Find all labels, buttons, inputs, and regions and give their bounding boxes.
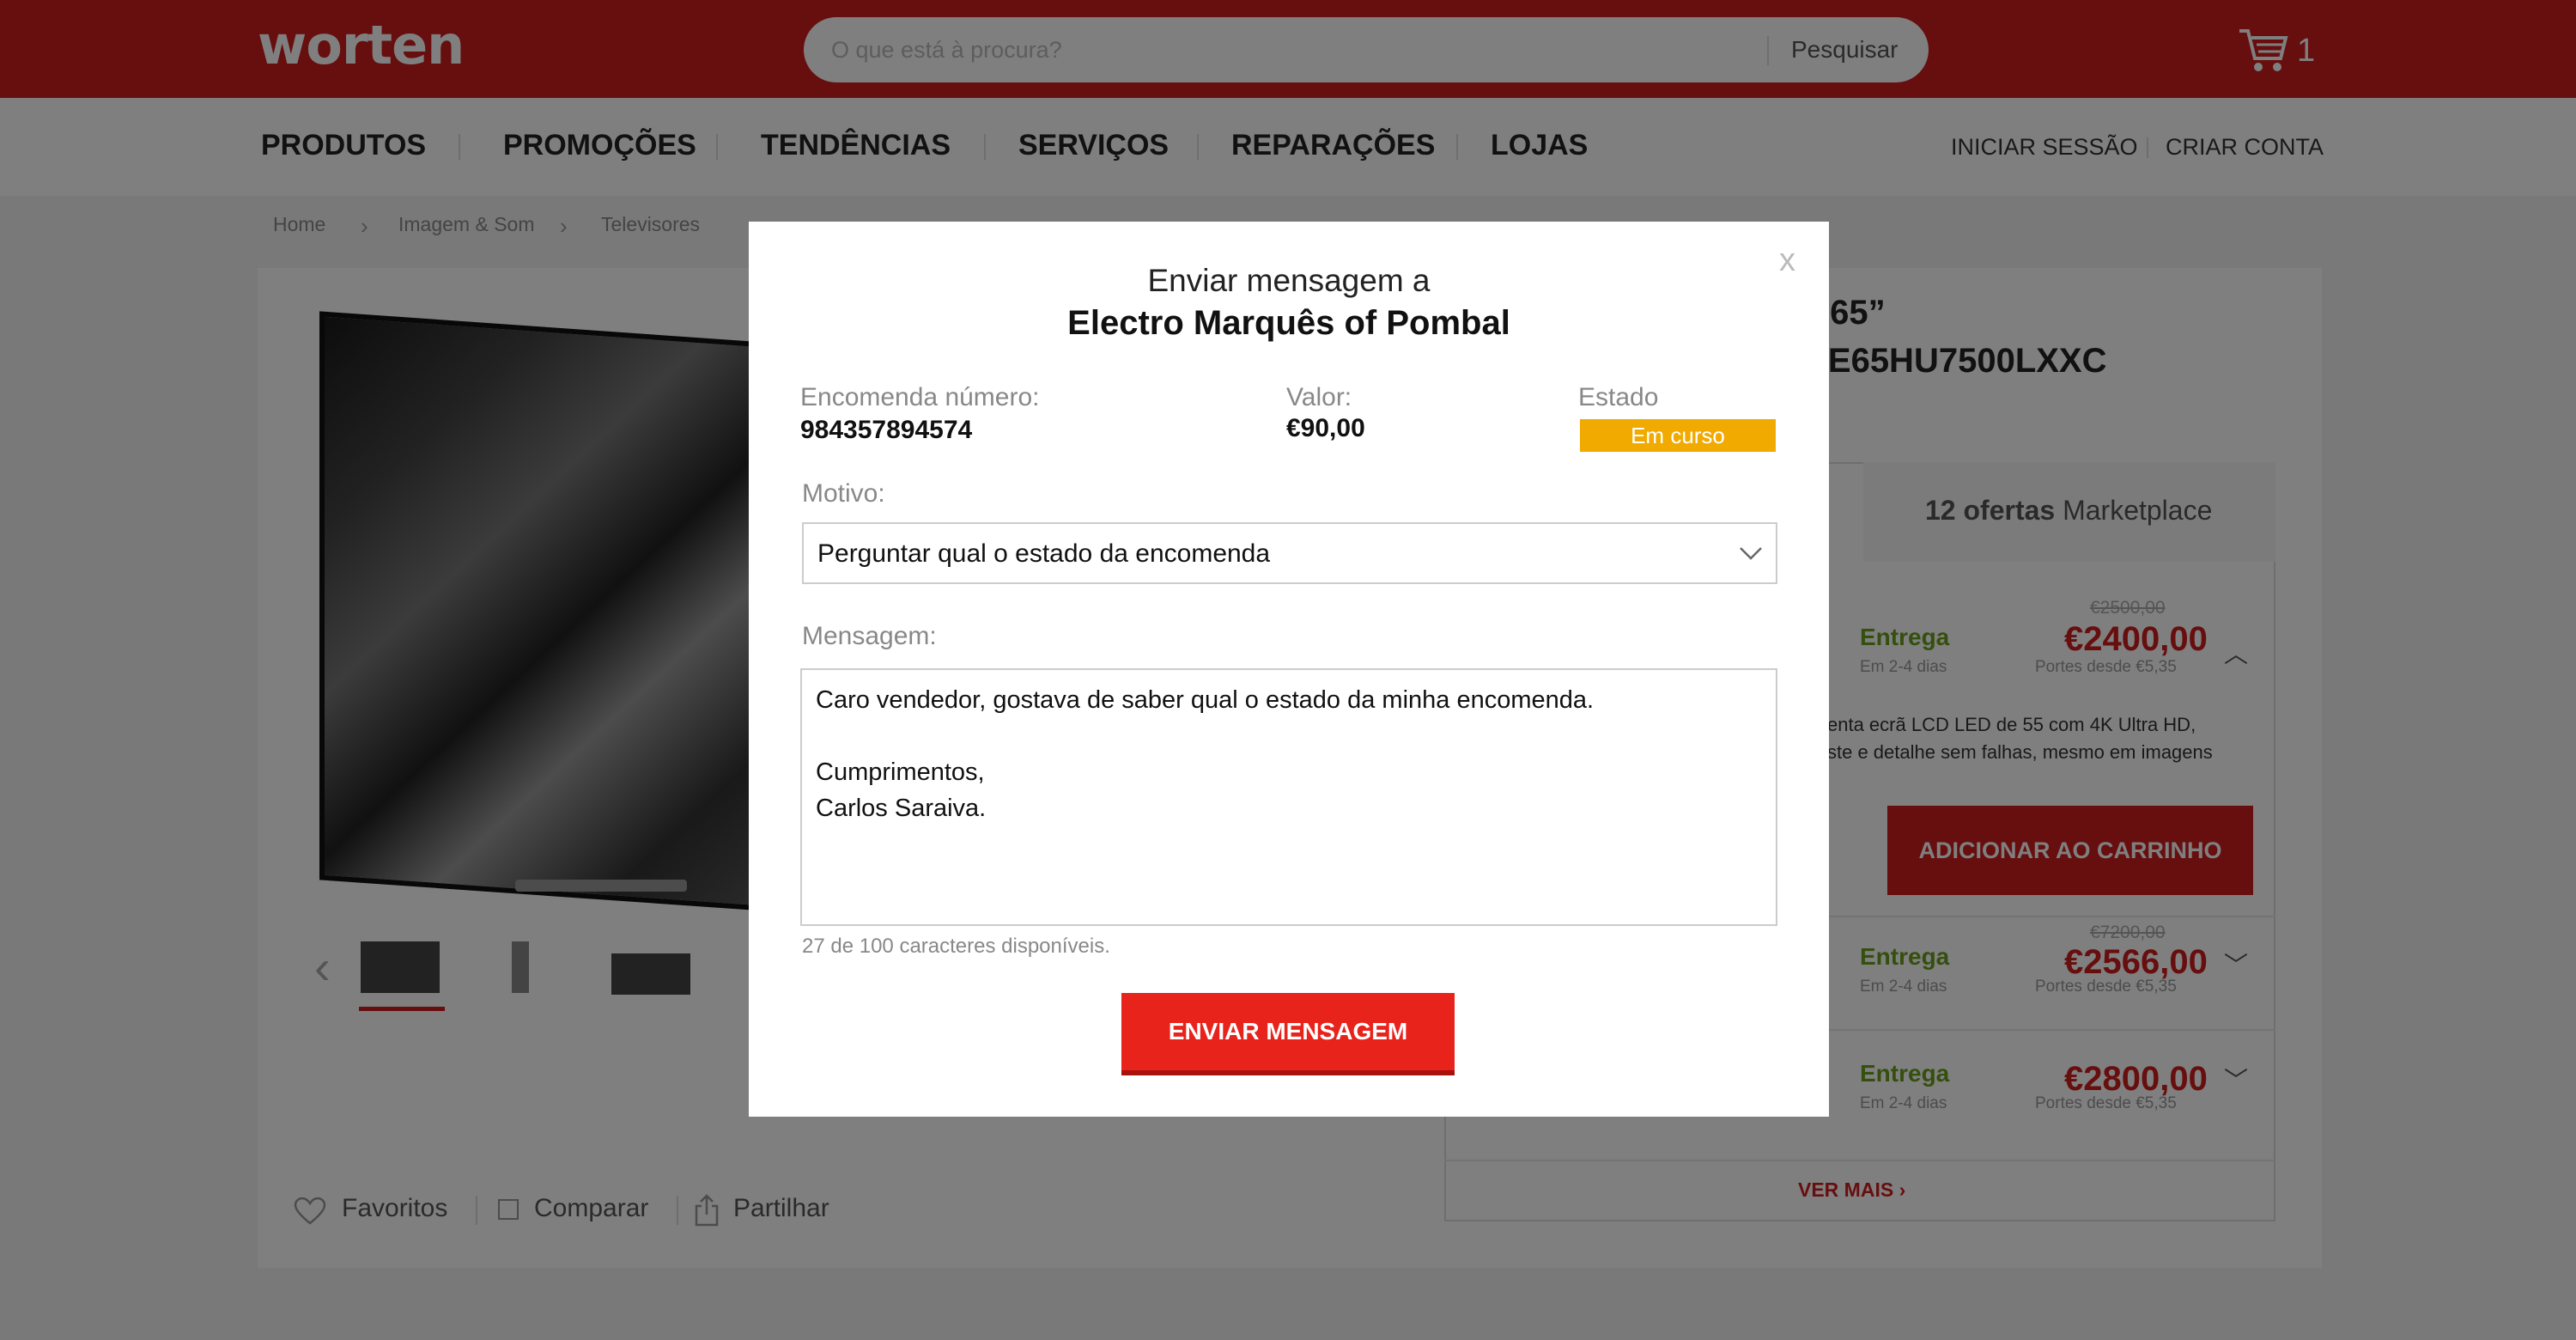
motive-label: Motivo:	[802, 479, 885, 508]
order-number: 984357894574	[800, 416, 973, 444]
seller-name: Electro Marquês of Pombal	[1067, 304, 1510, 342]
modal-title: Enviar mensagem a	[1147, 263, 1431, 298]
character-counter: 27 de 100 caracteres disponíveis.	[802, 935, 1110, 958]
status-label: Estado	[1578, 383, 1659, 411]
motive-selected-value: Perguntar qual o estado da encomenda	[817, 539, 1271, 568]
order-number-label: Encomenda número:	[800, 383, 1040, 411]
message-textarea[interactable]	[800, 668, 1777, 926]
send-message-button[interactable]: ENVIAR MENSAGEM	[1121, 993, 1455, 1075]
message-label: Mensagem:	[802, 622, 937, 650]
chevron-down-icon	[1740, 547, 1762, 560]
status-badge: Em curso	[1580, 419, 1776, 452]
motive-select[interactable]: Perguntar qual o estado da encomenda	[802, 522, 1777, 584]
value-label: Valor:	[1286, 383, 1352, 411]
order-value: €90,00	[1286, 414, 1365, 442]
send-message-modal: x Enviar mensagem a Electro Marquês of P…	[749, 222, 1829, 1117]
